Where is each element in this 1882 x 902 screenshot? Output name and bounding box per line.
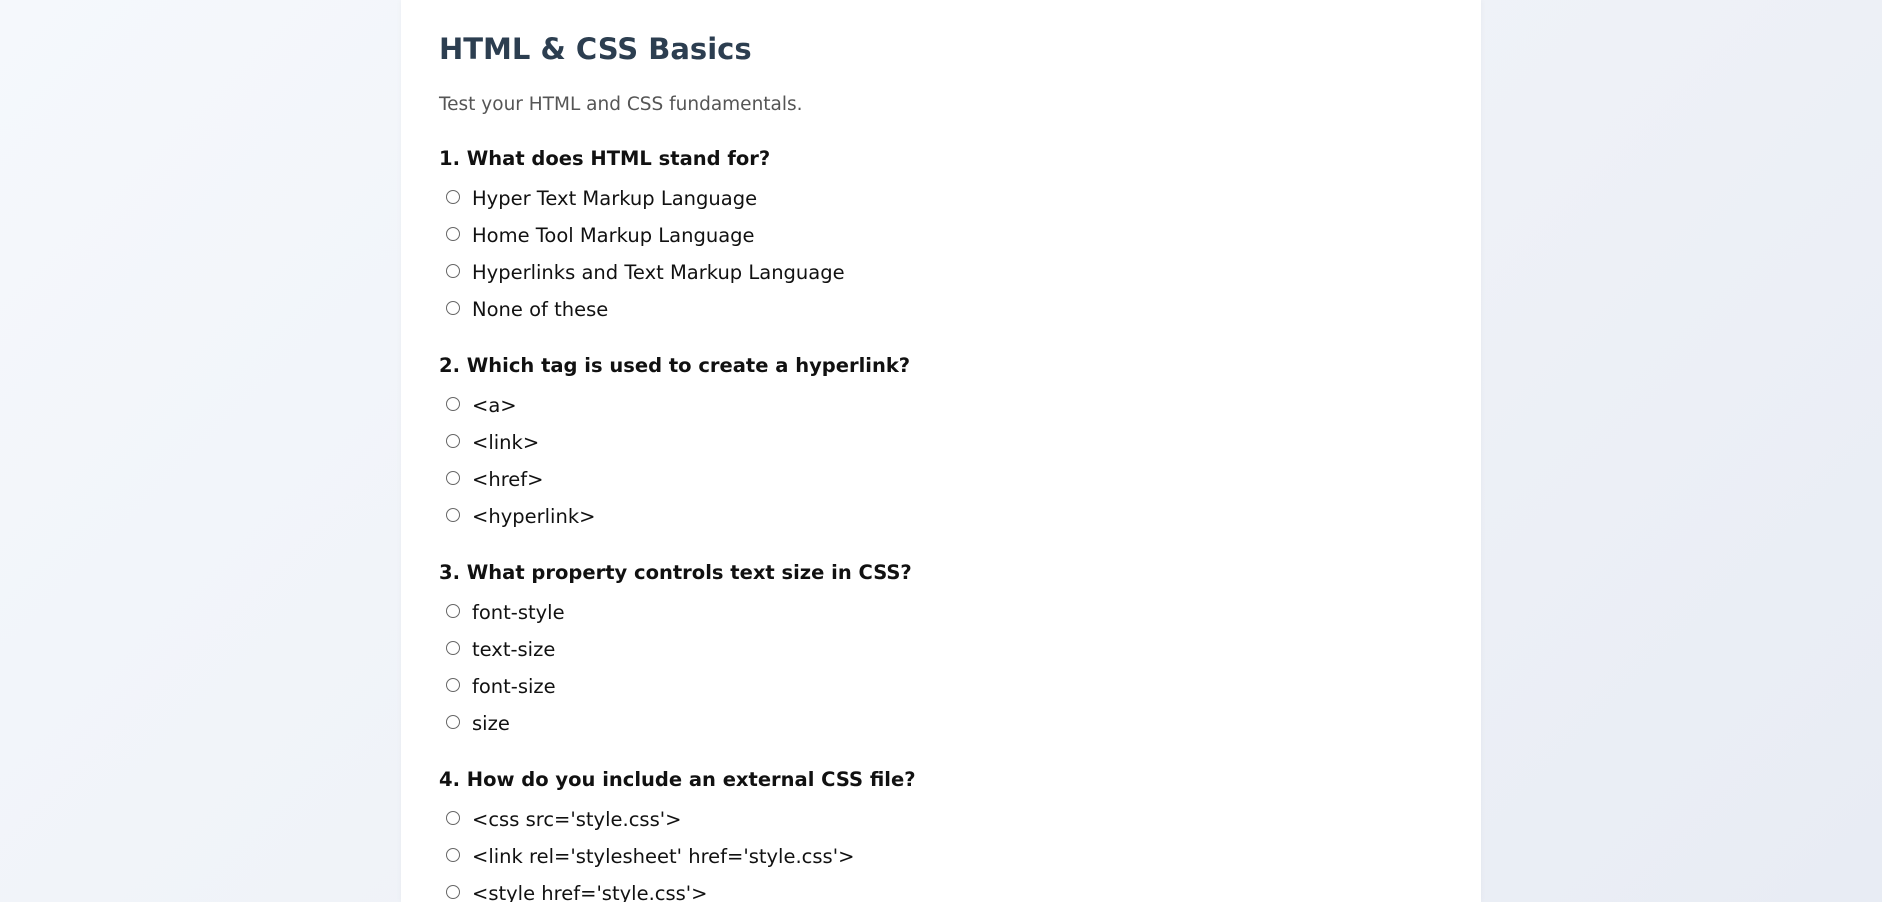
question-text: 3. What property controls text size in C… (439, 561, 912, 584)
radio-button[interactable] (446, 189, 460, 204)
page-title: HTML & CSS Basics (439, 32, 752, 66)
radio-button[interactable] (446, 714, 460, 729)
option-row[interactable]: font-style (439, 594, 1443, 631)
option-label: <link> (472, 431, 540, 454)
question-2: 2. Which tag is used to create a hyperli… (439, 352, 1443, 535)
option-label: Hyper Text Markup Language (472, 187, 758, 210)
option-row[interactable]: Hyperlinks and Text Markup Language (439, 254, 1443, 291)
radio-button[interactable] (446, 433, 460, 448)
option-label: <style href='style.css'> (472, 882, 708, 902)
radio-button[interactable] (446, 640, 460, 655)
quiz-card: HTML & CSS Basics Test your HTML and CSS… (401, 0, 1481, 902)
option-label: size (472, 712, 510, 735)
option-row[interactable]: Hyper Text Markup Language (439, 180, 1443, 217)
option-label: <link rel='stylesheet' href='style.css'> (472, 845, 855, 868)
option-row[interactable]: <css src='style.css'> (439, 801, 1443, 838)
radio-button[interactable] (446, 603, 460, 618)
option-label: font-size (472, 675, 556, 698)
option-row[interactable]: font-size (439, 668, 1443, 705)
radio-button[interactable] (446, 263, 460, 278)
option-row[interactable]: <hyperlink> (439, 498, 1443, 535)
question-1: 1. What does HTML stand for? Hyper Text … (439, 145, 1443, 328)
option-row[interactable]: Home Tool Markup Language (439, 217, 1443, 254)
question-text: 4. How do you include an external CSS fi… (439, 768, 916, 791)
question-text: 2. Which tag is used to create a hyperli… (439, 354, 911, 377)
option-label: Hyperlinks and Text Markup Language (472, 261, 845, 284)
option-row[interactable]: <link rel='stylesheet' href='style.css'> (439, 838, 1443, 875)
radio-button[interactable] (446, 470, 460, 485)
option-row[interactable]: text-size (439, 631, 1443, 668)
question-list: 1. What does HTML stand for? Hyper Text … (439, 145, 1443, 902)
page-subtitle: Test your HTML and CSS fundamentals. (439, 94, 803, 115)
option-label: <css src='style.css'> (472, 808, 682, 831)
option-row[interactable]: size (439, 705, 1443, 742)
option-label: Home Tool Markup Language (472, 224, 755, 247)
option-row[interactable]: None of these (439, 291, 1443, 328)
option-label: None of these (472, 298, 609, 321)
option-label: <hyperlink> (472, 505, 596, 528)
option-label: <a> (472, 394, 517, 417)
question-text: 1. What does HTML stand for? (439, 147, 771, 170)
radio-button[interactable] (446, 884, 460, 899)
radio-button[interactable] (446, 396, 460, 411)
question-4: 4. How do you include an external CSS fi… (439, 766, 1443, 902)
option-row[interactable]: <link> (439, 424, 1443, 461)
radio-button[interactable] (446, 226, 460, 241)
question-3: 3. What property controls text size in C… (439, 559, 1443, 742)
radio-button[interactable] (446, 810, 460, 825)
option-row[interactable]: <style href='style.css'> (439, 875, 1443, 902)
option-label: font-style (472, 601, 565, 624)
radio-button[interactable] (446, 847, 460, 862)
option-label: <href> (472, 468, 544, 491)
option-row[interactable]: <a> (439, 387, 1443, 424)
option-row[interactable]: <href> (439, 461, 1443, 498)
option-label: text-size (472, 638, 556, 661)
radio-button[interactable] (446, 300, 460, 315)
radio-button[interactable] (446, 507, 460, 522)
radio-button[interactable] (446, 677, 460, 692)
